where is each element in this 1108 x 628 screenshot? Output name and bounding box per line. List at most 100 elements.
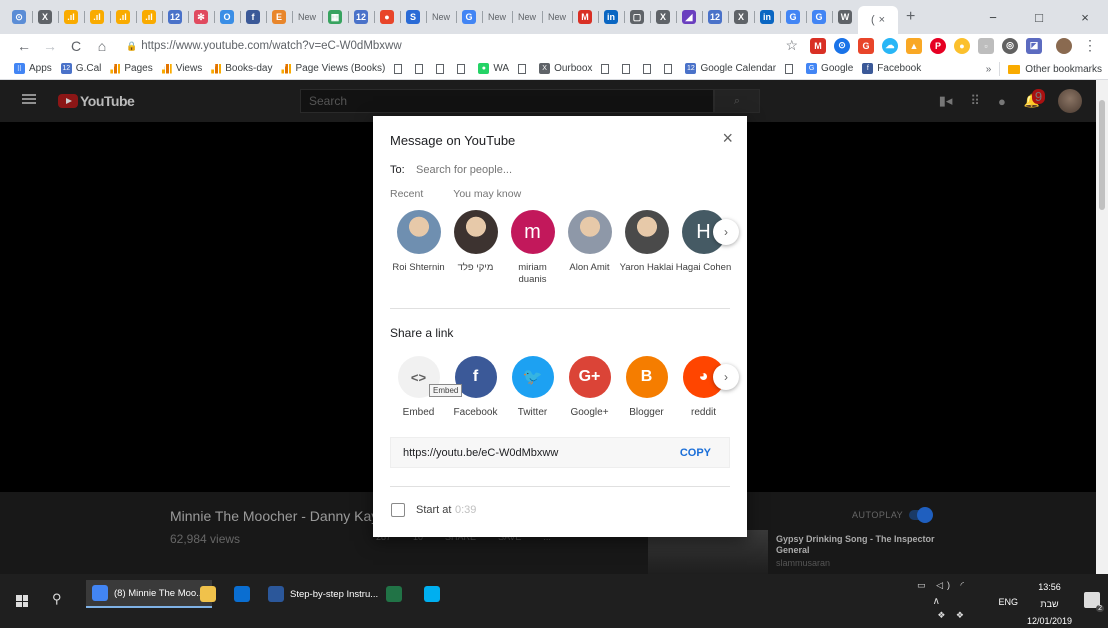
browser-tab[interactable]: ✻ (188, 4, 214, 30)
bookmark-item[interactable] (394, 63, 406, 74)
taskbar-app-chrome[interactable]: (8) Minnie The Moo... (86, 580, 213, 608)
extension-icon[interactable]: ◎ (1002, 37, 1018, 54)
bookmark-item[interactable]: ⠿ Apps (14, 63, 52, 74)
url-field[interactable]: https://www.youtube.com/watch?v=eC-W0dMb… (141, 40, 401, 52)
pinterest-extension-icon[interactable]: P (930, 37, 946, 54)
share-target-blogger[interactable]: B Blogger (618, 356, 675, 418)
bookmark-item[interactable]: f Facebook (862, 63, 921, 74)
browser-tab[interactable]: E (266, 4, 292, 30)
browser-tab[interactable]: ● (374, 4, 400, 30)
browser-tab[interactable]: New (482, 4, 512, 30)
browser-tab[interactable]: ▢ (624, 4, 650, 30)
apps-grid-icon[interactable]: ⠿ (970, 93, 980, 109)
contact-item[interactable]: Alon Amit (561, 210, 618, 286)
tab-you-may-know[interactable]: You may know (453, 188, 521, 200)
bookmark-item[interactable] (518, 63, 530, 74)
page-scrollbar[interactable] (1096, 80, 1108, 574)
extension-icon[interactable]: ⊙ (834, 37, 850, 54)
lock-icon[interactable]: 🔒 (126, 41, 137, 52)
menu-kebab-icon[interactable]: ⋮ (1080, 37, 1100, 54)
contact-item[interactable]: Yaron Haklai (618, 210, 675, 286)
browser-tab[interactable]: in (598, 4, 624, 30)
browser-tab[interactable]: f (240, 4, 266, 30)
bookmark-item[interactable] (415, 63, 427, 74)
back-arrow-icon[interactable]: ← (14, 38, 34, 54)
browser-tab[interactable]: 12 (162, 4, 188, 30)
browser-tab[interactable]: .ıl (136, 4, 162, 30)
browser-tab[interactable]: ⊙ (6, 4, 32, 30)
action-center-icon[interactable]: 2 (1084, 592, 1104, 612)
extension-icon[interactable]: ◪ (1026, 37, 1042, 54)
browser-tab[interactable]: 12 (348, 4, 374, 30)
browser-tab[interactable]: G (456, 4, 482, 30)
extension-icon[interactable]: ▲ (906, 37, 922, 54)
contact-item[interactable]: Roi Shternin (390, 210, 447, 286)
bookmark-item[interactable] (785, 63, 797, 74)
taskbar-app-outlook[interactable] (234, 580, 256, 608)
language-indicator[interactable]: ENG (998, 597, 1018, 607)
taskbar-app-file-explorer[interactable] (200, 580, 222, 608)
other-bookmarks-link[interactable]: Other bookmarks (1025, 64, 1102, 75)
browser-tab[interactable]: New (426, 4, 456, 30)
minimize-button[interactable]: − (970, 0, 1016, 34)
browser-tab[interactable]: .ıl (110, 4, 136, 30)
autoplay-toggle[interactable] (909, 507, 934, 523)
share-target-google-[interactable]: G+ Google+ (561, 356, 618, 418)
browser-tab[interactable]: X (728, 4, 754, 30)
start-at-checkbox[interactable] (391, 503, 405, 517)
bookmark-item[interactable] (601, 63, 613, 74)
youtube-search-input[interactable]: Search (300, 89, 714, 113)
browser-tab[interactable]: S (400, 4, 426, 30)
share-next-chevron-icon[interactable]: › (713, 364, 739, 390)
notifications-bell-icon[interactable]: 🔔9 (1024, 89, 1046, 109)
cloud-extension-icon[interactable]: ☁ (882, 37, 898, 54)
contact-item[interactable]: מיקי פלד (447, 210, 504, 286)
account-avatar[interactable] (1058, 89, 1082, 113)
battery-volume-wifi-icons[interactable]: ▭ ◁) ◜ (917, 580, 968, 591)
create-video-icon[interactable]: ▮◂ (939, 93, 953, 109)
active-tab[interactable]: ( × (858, 6, 898, 34)
browser-tab[interactable]: .ıl (84, 4, 110, 30)
browser-tab[interactable]: ▦ (322, 4, 348, 30)
share-link-url[interactable]: https://youtu.be/eC-W0dMbxww (403, 447, 558, 459)
contacts-next-chevron-icon[interactable]: › (713, 219, 739, 245)
browser-tab[interactable]: New (512, 4, 542, 30)
browser-tab[interactable]: X (650, 4, 676, 30)
forward-arrow-icon[interactable]: → (40, 38, 60, 54)
close-window-button[interactable]: × (1062, 0, 1108, 34)
browser-tab[interactable]: in (754, 4, 780, 30)
bookmark-item[interactable] (643, 63, 655, 74)
tab-recent[interactable]: Recent (390, 188, 423, 200)
start-at-time-input[interactable]: 0:39 (455, 504, 476, 516)
browser-tab[interactable]: New (292, 4, 322, 30)
taskbar-app-word[interactable]: Step-by-step Instru... (268, 580, 378, 608)
bookmark-item[interactable] (622, 63, 634, 74)
bookmark-item[interactable]: X Ourboox (539, 63, 592, 74)
browser-tab[interactable]: O (214, 4, 240, 30)
taskbar-app-excel[interactable] (386, 580, 408, 608)
bookmark-item[interactable] (664, 63, 676, 74)
bookmark-item[interactable]: 12 G.Cal (60, 63, 101, 74)
browser-tab[interactable]: G (780, 4, 806, 30)
bookmark-item[interactable]: 12 Google Calendar (685, 63, 776, 74)
hamburger-menu-icon[interactable] (22, 94, 36, 104)
home-icon[interactable]: ⌂ (92, 38, 112, 54)
extension-icon[interactable]: G (858, 37, 874, 54)
youtube-logo[interactable]: YouTube (58, 93, 135, 109)
copy-button[interactable]: COPY (680, 447, 711, 459)
browser-tab[interactable]: New (542, 4, 572, 30)
bookmark-item[interactable]: Views (161, 63, 202, 74)
browser-tab[interactable]: .ıl (58, 4, 84, 30)
up-next-title[interactable]: Gypsy Drinking Song - The Inspector Gene… (776, 534, 936, 556)
browser-tab[interactable]: X (32, 4, 58, 30)
taskbar-search-icon[interactable]: ⚲ (52, 591, 62, 607)
extension-icon[interactable]: ● (954, 37, 970, 54)
gmail-extension-icon[interactable]: M (810, 37, 826, 54)
windows-start-icon[interactable] (16, 595, 28, 607)
bookmark-item[interactable]: ● WA (478, 63, 509, 74)
search-people-input[interactable]: Search for people... (416, 164, 512, 176)
bookmark-item[interactable]: Books-day (211, 63, 272, 74)
new-tab-button[interactable]: + (906, 8, 915, 26)
bookmark-item[interactable]: Page Views (Books) (281, 63, 385, 74)
maximize-button[interactable]: □ (1016, 0, 1062, 34)
